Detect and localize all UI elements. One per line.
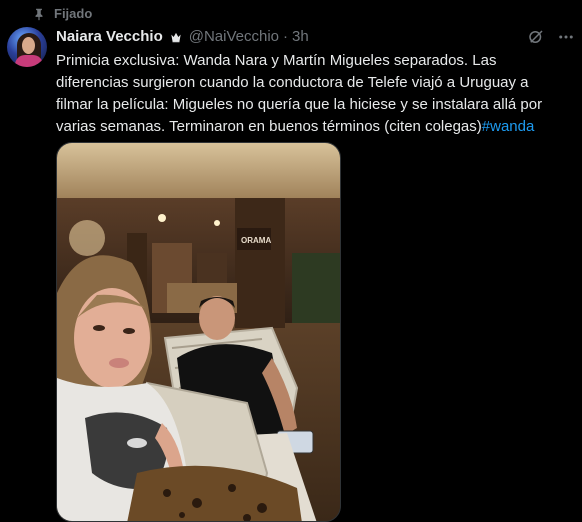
tweet-photo[interactable]: ORAMA [56, 142, 341, 522]
pinned-label: Fijado [54, 6, 93, 21]
tweet-text: Primicia exclusiva: Wanda Nara y Martín … [56, 50, 566, 138]
tweet-header: Naiara Vecchio @NaiVecchio · 3h [56, 28, 309, 45]
more-icon[interactable] [557, 28, 575, 46]
avatar[interactable] [7, 27, 47, 67]
pinned-indicator: Fijado [32, 6, 92, 21]
author-handle[interactable]: @NaiVecchio [189, 28, 279, 45]
tweet-body: Primicia exclusiva: Wanda Nara y Martín … [56, 52, 543, 135]
grok-icon[interactable] [527, 28, 545, 46]
sign-text: ORAMA [241, 236, 271, 245]
separator-dot: · [283, 28, 289, 45]
pin-icon [35, 8, 43, 20]
crown-icon [171, 32, 181, 42]
author-name[interactable]: Naiara Vecchio [56, 28, 163, 45]
hashtag-link[interactable]: #wanda [482, 118, 535, 135]
tweet-time[interactable]: 3h [292, 28, 309, 45]
photo-scene: ORAMA [57, 143, 340, 521]
